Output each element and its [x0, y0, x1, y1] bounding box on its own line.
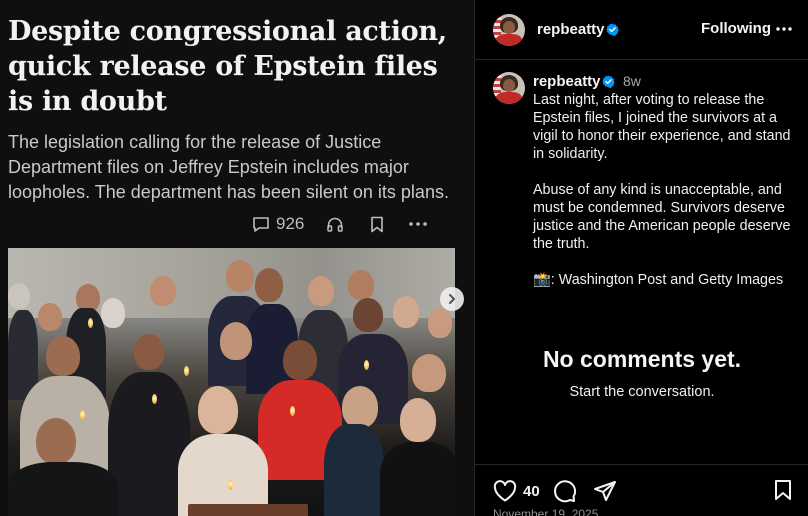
- next-slide-button[interactable]: [440, 287, 464, 311]
- like-count[interactable]: 40: [523, 483, 540, 500]
- article-toolbar: 926: [252, 210, 428, 238]
- post-date: November 19, 2025: [493, 507, 599, 516]
- post-sidebar: repbeatty Following repbeatty 8w Last ni…: [474, 0, 808, 516]
- caption-avatar[interactable]: [493, 72, 525, 104]
- header-username[interactable]: repbeatty: [537, 21, 605, 38]
- article-headline: Despite congressional action, quick rele…: [8, 16, 447, 117]
- post-header: repbeatty Following: [475, 0, 808, 60]
- no-comments-subtitle: Start the conversation.: [569, 384, 715, 400]
- verified-icon: [602, 75, 615, 88]
- comment-icon[interactable]: [553, 479, 577, 503]
- article-comment-count: 926: [276, 214, 305, 233]
- post-caption: Last night, after voting to release the …: [533, 92, 791, 288]
- post-media: Despite congressional action, quick rele…: [0, 0, 474, 516]
- more-icon: [408, 221, 428, 227]
- caption-username[interactable]: repbeatty: [533, 73, 601, 90]
- save-bookmark-icon[interactable]: [773, 479, 793, 501]
- following-button[interactable]: Following: [701, 20, 771, 37]
- headphones-icon: [326, 216, 344, 233]
- like-heart-icon[interactable]: [493, 480, 517, 502]
- comment-icon: [252, 216, 270, 233]
- bookmark-icon: [370, 216, 384, 233]
- vigil-photo: [8, 248, 455, 516]
- more-options-icon[interactable]: [775, 19, 793, 39]
- no-comments-title: No comments yet.: [542, 346, 742, 372]
- share-icon[interactable]: [593, 479, 617, 503]
- avatar[interactable]: [493, 14, 525, 46]
- article-dek: The legislation calling for the release …: [8, 132, 449, 202]
- verified-icon: [606, 23, 619, 36]
- post-time[interactable]: 8w: [623, 73, 641, 89]
